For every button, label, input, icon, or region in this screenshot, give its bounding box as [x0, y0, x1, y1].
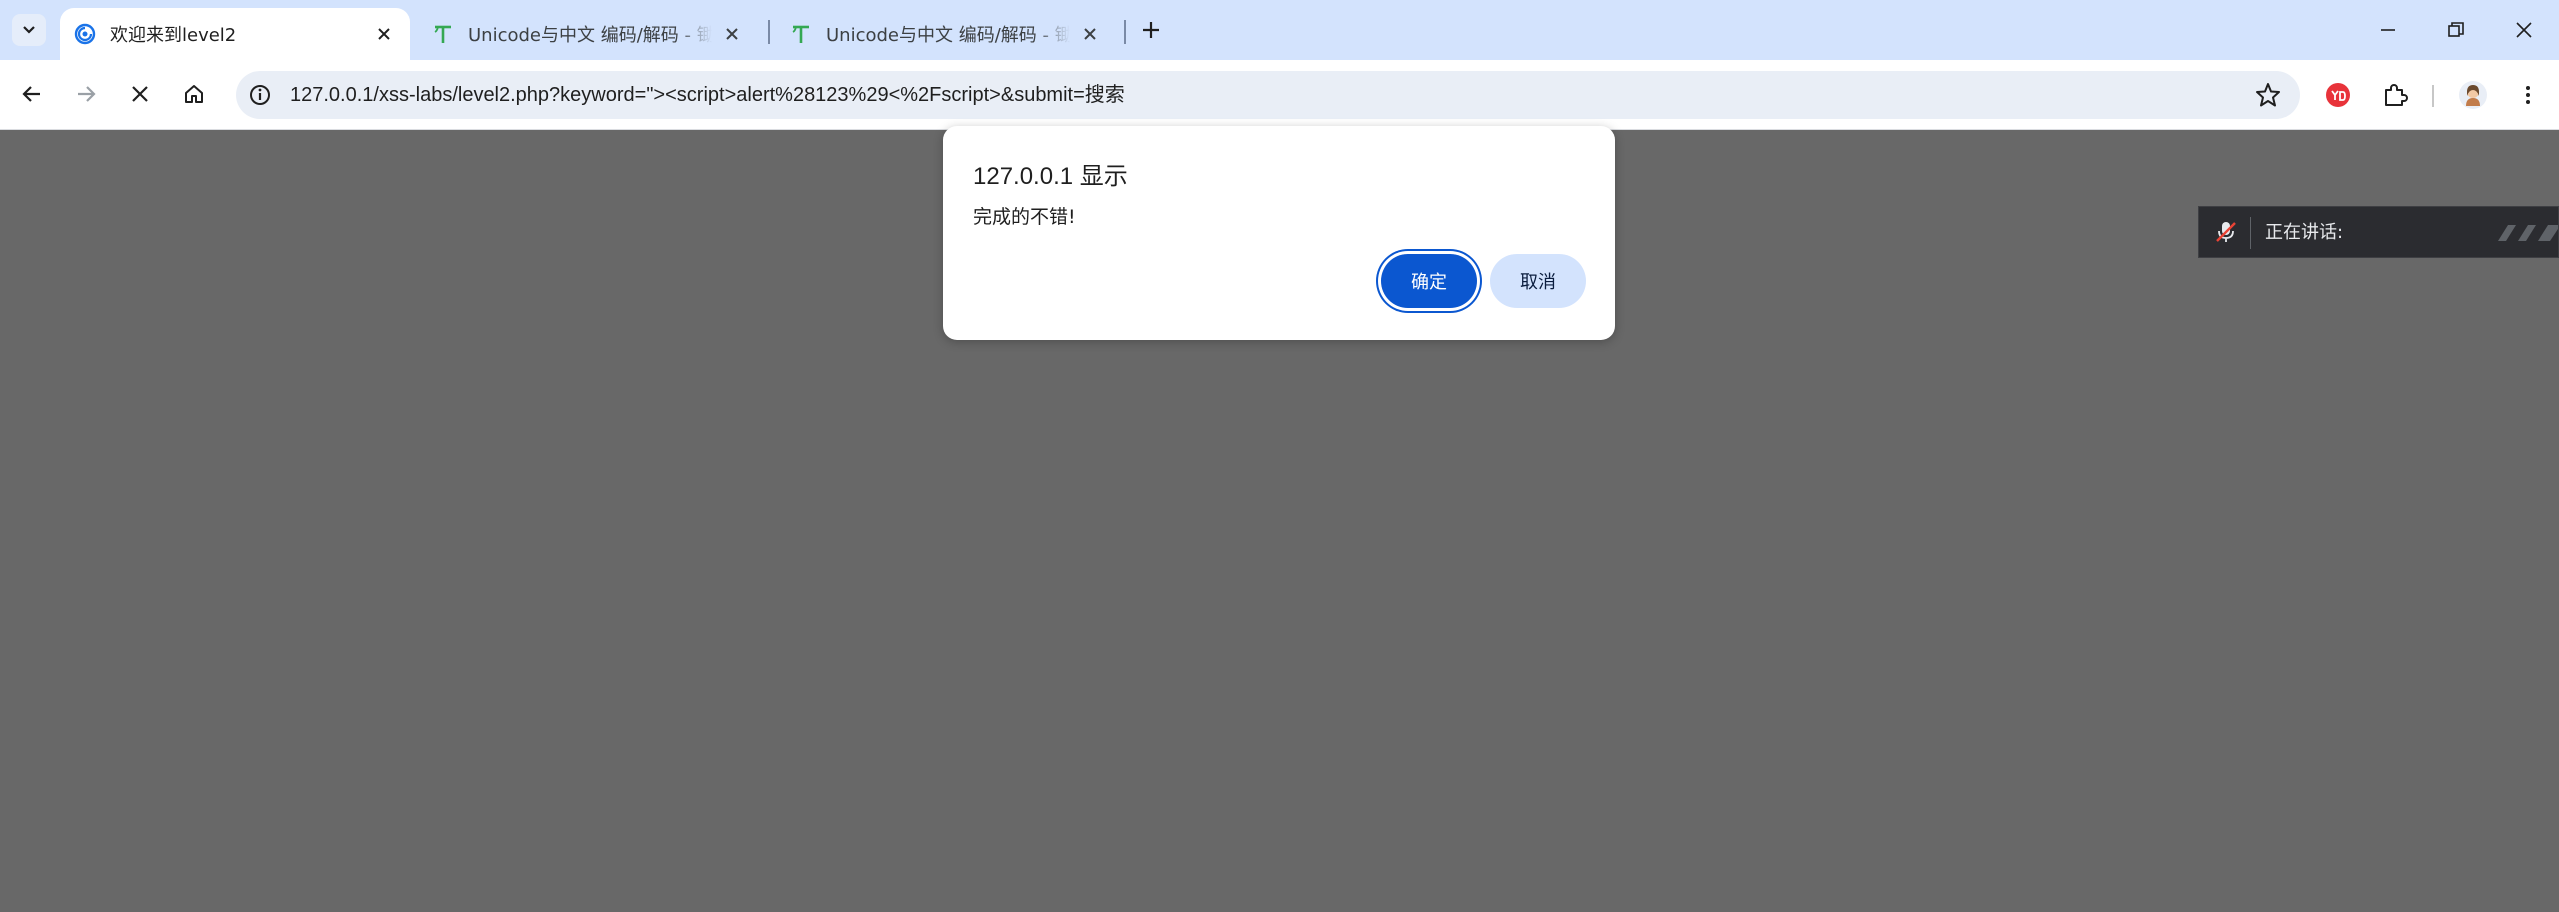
toolbar-separator	[2432, 85, 2434, 107]
url-text[interactable]: 127.0.0.1/xss-labs/level2.php?keyword=">…	[290, 71, 1125, 119]
tab-title: Unicode与中文 编码/解码 - 锄	[826, 25, 1070, 46]
dialog-message: 完成的不错!	[973, 206, 1076, 228]
profile-button[interactable]	[2455, 77, 2491, 113]
back-button[interactable]	[12, 74, 52, 114]
t-logo-icon	[792, 25, 809, 43]
ok-button[interactable]: 确定	[1381, 254, 1477, 308]
profile-avatar	[2459, 81, 2487, 109]
youdao-extension-button[interactable]	[2320, 77, 2356, 113]
plus-icon	[1143, 22, 1159, 38]
youdao-icon	[2326, 83, 2350, 107]
new-tab-button[interactable]	[1133, 14, 1169, 46]
speaking-indicator: 正在讲话:	[2198, 206, 2559, 258]
minimize-icon	[2381, 29, 2395, 31]
close-window-button[interactable]	[2496, 10, 2552, 50]
close-tab-icon[interactable]	[372, 22, 396, 46]
menu-button[interactable]	[2510, 77, 2546, 113]
arrow-right-icon	[78, 86, 96, 102]
close-tab-icon[interactable]	[720, 22, 744, 46]
t-logo-icon	[434, 25, 451, 43]
info-icon[interactable]	[248, 83, 272, 107]
speaking-divider	[2250, 217, 2251, 249]
address-bar[interactable]: 127.0.0.1/xss-labs/level2.php?keyword=">…	[236, 71, 2300, 119]
close-icon	[2516, 22, 2532, 38]
minimize-button[interactable]	[2360, 10, 2416, 50]
title-bar: 欢迎来到level2 Unicode与中文 编码/解码 - 锄 Unicode与…	[0, 0, 2559, 60]
tab-level2[interactable]: 欢迎来到level2	[60, 8, 410, 60]
cancel-button[interactable]: 取消	[1490, 254, 1586, 308]
star-icon[interactable]	[2254, 81, 2282, 109]
close-tab-icon[interactable]	[1078, 22, 1102, 46]
puzzle-icon	[2385, 84, 2408, 106]
tab-separator	[1124, 20, 1126, 44]
speaking-label: 正在讲话:	[2265, 222, 2344, 243]
spiral-icon	[74, 23, 96, 45]
home-icon	[185, 85, 203, 103]
extensions-button[interactable]	[2377, 77, 2413, 113]
tab-title: Unicode与中文 编码/解码 - 锄	[468, 25, 712, 46]
restore-icon	[2448, 22, 2464, 37]
alert-dialog: 127.0.0.1 显示 完成的不错! 确定 取消	[943, 126, 1615, 340]
dialog-title: 127.0.0.1 显示	[973, 163, 1128, 190]
activity-icon	[2498, 225, 2558, 241]
stop-loading-button[interactable]	[120, 74, 160, 114]
tab-unicode-2[interactable]: Unicode与中文 编码/解码 - 锄	[776, 8, 1116, 60]
muted-mic-icon[interactable]	[2213, 219, 2239, 245]
browser-toolbar: 127.0.0.1/xss-labs/level2.php?keyword=">…	[0, 60, 2559, 130]
chevron-down-icon	[23, 26, 35, 34]
close-icon	[132, 86, 148, 102]
forward-button[interactable]	[66, 74, 106, 114]
tab-separator	[768, 20, 770, 44]
home-button[interactable]	[174, 74, 214, 114]
arrow-left-icon	[22, 86, 40, 102]
restore-button[interactable]	[2428, 10, 2484, 50]
tab-title: 欢迎来到level2	[110, 25, 237, 46]
more-vert-icon	[2526, 86, 2530, 104]
tab-unicode-1[interactable]: Unicode与中文 编码/解码 - 锄	[418, 8, 758, 60]
tab-search-button[interactable]	[12, 14, 46, 46]
